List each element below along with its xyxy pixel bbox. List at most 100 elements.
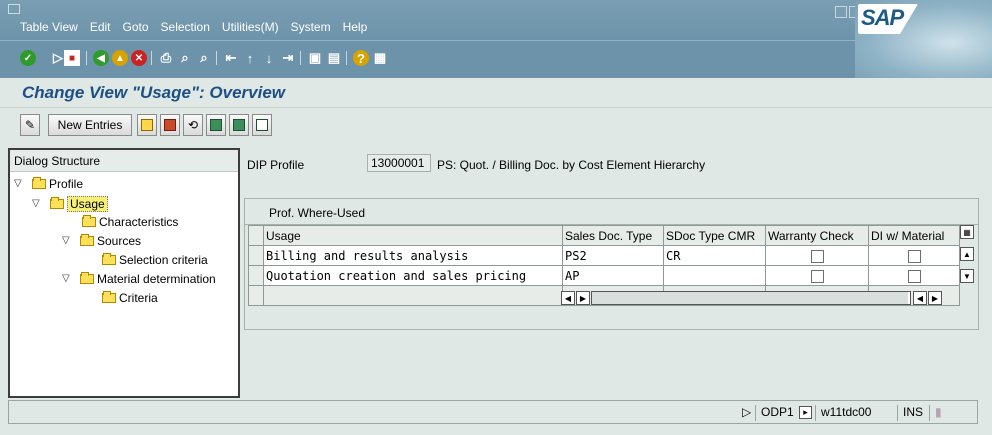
first-page-icon[interactable]: ⇤ xyxy=(223,50,239,66)
customize-layout-icon[interactable]: ▦ xyxy=(372,50,388,66)
delete-button[interactable] xyxy=(160,114,180,136)
column-header-warranty-check[interactable]: Warranty Check xyxy=(765,225,869,246)
sdoc-type-cmr-cell[interactable]: CR xyxy=(663,245,766,266)
column-header-di-material[interactable]: DI w/ Material xyxy=(868,225,960,246)
menu-help[interactable]: Help xyxy=(343,20,368,34)
application-toolbar: ✎ New Entries ⟲ xyxy=(0,109,992,143)
back-icon[interactable]: ◀ xyxy=(93,50,109,66)
toolbar-separator xyxy=(300,51,301,65)
select-all-rows-cell[interactable] xyxy=(248,225,264,246)
exit-icon[interactable]: ▲ xyxy=(112,50,128,66)
scroll-left-end-icon[interactable]: ◀ xyxy=(913,291,927,305)
dialog-structure-heading: Dialog Structure xyxy=(10,150,238,172)
di-material-checkbox[interactable] xyxy=(907,269,921,283)
folder-icon xyxy=(102,290,116,303)
scroll-down-icon[interactable]: ▼ xyxy=(960,269,974,283)
menu-goto[interactable]: Goto xyxy=(123,20,149,34)
column-header-sdoc-type-cmr[interactable]: SDoc Type CMR xyxy=(663,225,766,246)
help-icon[interactable]: ? xyxy=(353,50,369,66)
dip-profile-label: DIP Profile xyxy=(247,158,305,172)
tree-node-selection-criteria[interactable]: Selection criteria xyxy=(102,250,208,269)
usage-cell[interactable]: Quotation creation and sales pricing xyxy=(263,265,563,286)
create-shortcut-icon[interactable]: ▤ xyxy=(326,50,342,66)
menu-edit[interactable]: Edit xyxy=(90,20,111,34)
table-row: Billing and results analysis PS2 CR xyxy=(248,245,960,266)
display-change-button[interactable]: ✎ xyxy=(20,114,40,136)
folder-icon xyxy=(80,233,94,246)
column-header-sales-doc-type[interactable]: Sales Doc. Type xyxy=(562,225,664,246)
menu-table-view[interactable]: Table View xyxy=(20,20,78,34)
menu-selection[interactable]: Selection xyxy=(161,20,210,34)
tree-node-criteria[interactable]: Criteria xyxy=(102,288,158,307)
copy-as-button[interactable] xyxy=(137,114,157,136)
dialog-structure-panel: Dialog Structure ▽ Profile ▽ Usage Chara… xyxy=(8,148,240,398)
expand-toggle-icon[interactable]: ▽ xyxy=(32,198,44,209)
last-page-icon[interactable]: ⇥ xyxy=(280,50,296,66)
tree-node-sources[interactable]: ▽ Sources xyxy=(62,231,141,250)
save-icon[interactable]: ■ xyxy=(64,50,80,66)
sales-doc-type-cell[interactable]: PS2 xyxy=(562,245,664,266)
menu-utilities[interactable]: Utilities(M) xyxy=(222,20,279,34)
menu-system[interactable]: System xyxy=(291,20,331,34)
folder-icon xyxy=(102,252,116,265)
warranty-check-checkbox[interactable] xyxy=(810,269,824,283)
scroll-up-icon[interactable]: ▲ xyxy=(960,247,974,261)
scroll-thumb[interactable] xyxy=(592,292,908,304)
server-name: w11tdc00 xyxy=(815,405,871,421)
horizontal-scrollbar[interactable] xyxy=(591,291,911,305)
find-next-icon[interactable]: ⌕ xyxy=(196,50,212,66)
standard-toolbar: ✓ ▷ ■ ◀ ▲ ✕ ⎙ ⌕ ⌕ ⇤ ↑ ↓ ⇥ ▣ ▤ ? ▦ xyxy=(0,40,855,78)
dip-profile-description: PS: Quot. / Billing Doc. by Cost Element… xyxy=(437,158,706,172)
folder-icon xyxy=(82,214,96,227)
dip-profile-row: DIP Profile 13000001 PS: Quot. / Billing… xyxy=(247,152,962,174)
select-block-button[interactable] xyxy=(229,114,249,136)
di-material-checkbox[interactable] xyxy=(907,249,921,263)
toolbar-separator xyxy=(86,51,87,65)
select-all-button[interactable] xyxy=(206,114,226,136)
scroll-right-icon[interactable]: ▶ xyxy=(576,291,590,305)
system-menu-icon[interactable] xyxy=(8,4,20,14)
sdoc-type-cmr-cell[interactable] xyxy=(663,265,766,286)
row-selector[interactable] xyxy=(248,265,264,286)
usage-cell[interactable]: Billing and results analysis xyxy=(263,245,563,266)
scroll-right-end-icon[interactable]: ▶ xyxy=(928,291,942,305)
table-settings-icon[interactable]: ▦ xyxy=(960,225,974,239)
tree-node-usage[interactable]: ▽ Usage xyxy=(32,194,108,213)
create-session-icon[interactable]: ▣ xyxy=(307,50,323,66)
cancel-icon[interactable]: ✕ xyxy=(131,50,147,66)
tree-node-characteristics[interactable]: Characteristics xyxy=(82,212,178,231)
previous-page-icon[interactable]: ↑ xyxy=(242,50,258,66)
session-info-icon[interactable]: ▸ xyxy=(799,406,812,419)
delete-icon xyxy=(164,119,176,131)
input-mode[interactable]: INS xyxy=(897,405,923,421)
toolbar-separator xyxy=(151,51,152,65)
expand-toggle-icon[interactable]: ▽ xyxy=(62,273,74,284)
select-all-icon xyxy=(210,119,222,131)
deselect-all-button[interactable] xyxy=(252,114,272,136)
new-entries-button[interactable]: New Entries xyxy=(48,114,132,136)
expand-toggle-icon[interactable]: ▽ xyxy=(14,178,26,189)
sales-doc-type-cell[interactable]: AP xyxy=(562,265,664,286)
lock-icon: ▮ xyxy=(929,405,942,421)
find-icon[interactable]: ⌕ xyxy=(177,50,193,66)
folder-icon xyxy=(32,176,46,189)
undo-change-button[interactable]: ⟲ xyxy=(183,114,203,136)
column-header-usage[interactable]: Usage xyxy=(263,225,563,246)
enter-icon[interactable]: ✓ xyxy=(20,50,36,66)
usage-cell[interactable] xyxy=(263,285,563,306)
row-selector[interactable] xyxy=(248,245,264,266)
minimize-icon[interactable] xyxy=(835,6,847,18)
tree-node-material-determination[interactable]: ▽ Material determination xyxy=(62,269,216,288)
title-area: Change View "Usage": Overview xyxy=(0,78,992,108)
tree-node-profile[interactable]: ▽ Profile xyxy=(14,174,83,193)
page-title: Change View "Usage": Overview xyxy=(22,83,286,102)
copy-icon xyxy=(141,119,153,131)
next-page-icon[interactable]: ↓ xyxy=(261,50,277,66)
select-block-icon xyxy=(233,119,245,131)
warranty-check-checkbox[interactable] xyxy=(810,249,824,263)
expand-toggle-icon[interactable]: ▽ xyxy=(62,235,74,246)
scroll-left-icon[interactable]: ◀ xyxy=(561,291,575,305)
status-toggle-icon[interactable]: ▷ xyxy=(737,405,751,421)
print-icon[interactable]: ⎙ xyxy=(158,50,174,66)
row-selector[interactable] xyxy=(248,285,264,306)
